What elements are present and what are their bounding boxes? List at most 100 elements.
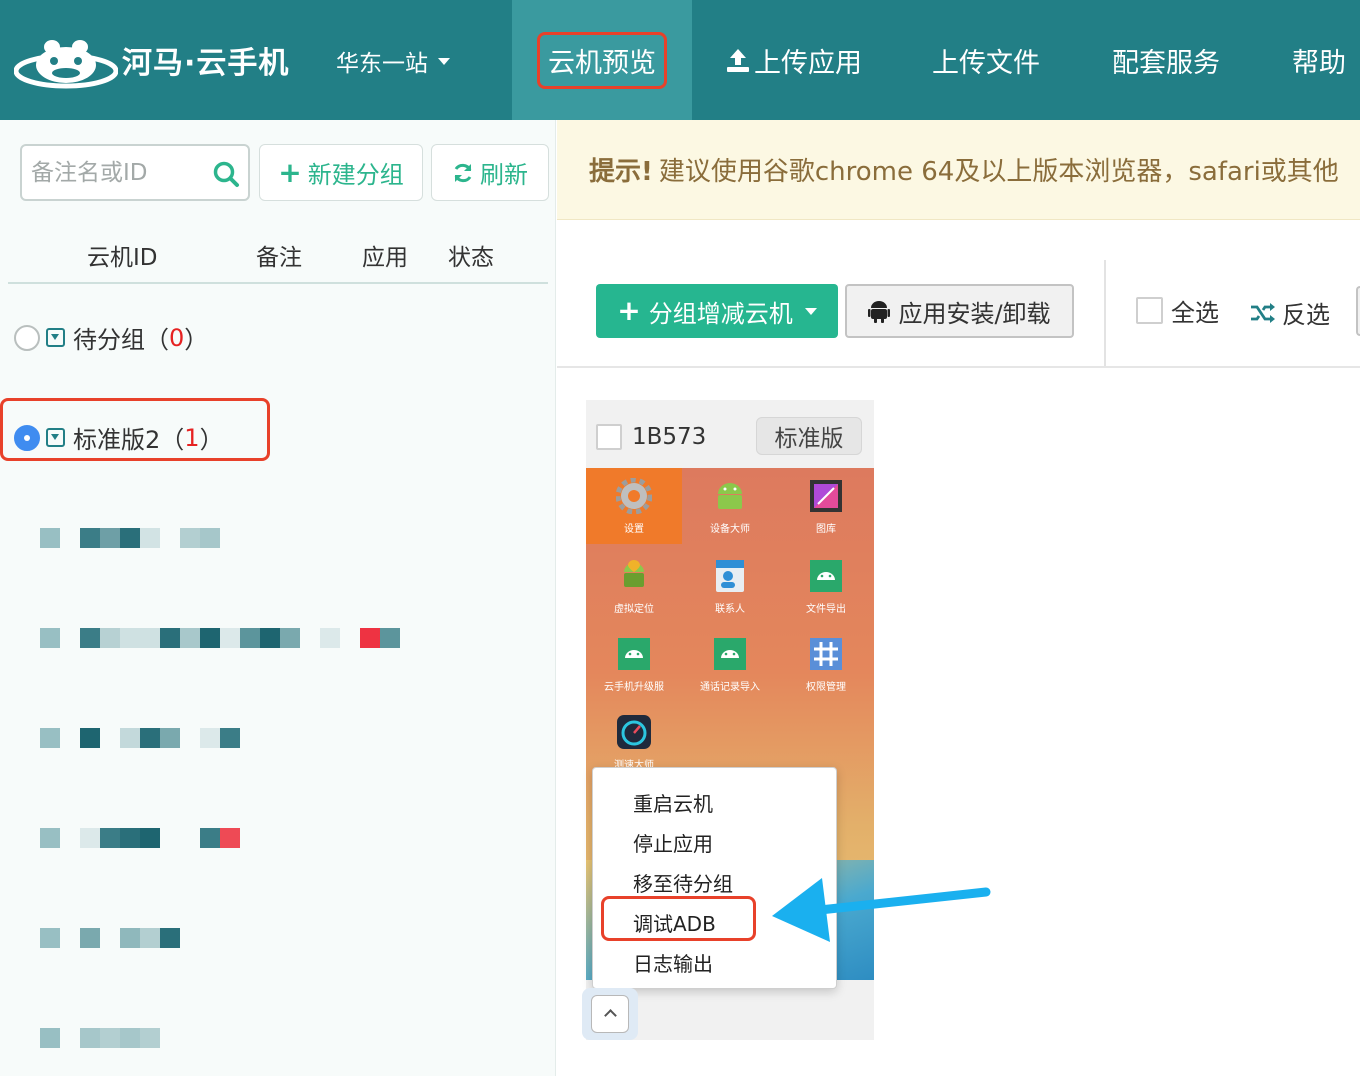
contacts-icon: [716, 560, 744, 592]
app-permission-manager[interactable]: 权限管理: [778, 626, 874, 702]
app-install-uninstall-button[interactable]: 应用安装/卸载: [845, 284, 1074, 338]
nav-upload-app[interactable]: 上传应用: [724, 0, 862, 120]
nav-cloud-preview[interactable]: 云机预览: [512, 0, 692, 120]
app-label: 虚拟定位: [614, 604, 654, 615]
gallery-icon: [810, 480, 842, 512]
android-location-icon: [624, 560, 644, 587]
group-radio[interactable]: [14, 324, 40, 351]
android-icon: [810, 560, 842, 592]
group-add-remove-label: 分组增减云机: [648, 299, 793, 328]
brand-logo[interactable]: 河马·云手机: [14, 30, 304, 90]
column-header-id: 云机ID: [87, 245, 158, 271]
invert-selection-button[interactable]: 反选: [1250, 295, 1330, 330]
pointer-arrow-icon: [772, 878, 991, 942]
app-gallery[interactable]: 图库: [778, 468, 874, 544]
redacted-device-row[interactable]: [20, 828, 460, 848]
group-add-remove-button[interactable]: + 分组增减云机: [596, 284, 838, 338]
select-all-label: 全选: [1171, 299, 1219, 327]
app-label: 设备大师: [710, 524, 750, 535]
refresh-button[interactable]: 刷新: [431, 144, 549, 201]
redacted-device-row[interactable]: [20, 728, 460, 748]
shuffle-icon: [1251, 302, 1275, 323]
edition-badge: 标准版: [756, 417, 862, 455]
group-radio-selected[interactable]: [14, 424, 40, 451]
expand-toggle-icon[interactable]: [46, 328, 65, 347]
device-id: 1B573: [632, 424, 707, 450]
app-device-master[interactable]: 设备大师: [682, 468, 778, 544]
device-table-header: 云机ID 备注 应用 状态: [8, 222, 548, 284]
nav-upload-file[interactable]: 上传文件: [932, 0, 1040, 120]
group-count: 0: [169, 323, 185, 352]
redacted-device-row[interactable]: [20, 1028, 460, 1048]
nav-services[interactable]: 配套服务: [1112, 0, 1220, 120]
app-cloud-phone-upgrade[interactable]: 云手机升级服: [586, 626, 682, 702]
nav-services-label: 配套服务: [1112, 47, 1220, 79]
select-all-control[interactable]: 全选: [1136, 293, 1219, 328]
region-selector[interactable]: 华东一站: [336, 44, 450, 78]
more-toolbar-button[interactable]: [1356, 286, 1360, 336]
brand-name: 河马·云手机: [122, 46, 290, 81]
group-name: 待分组（: [73, 326, 169, 354]
menu-item-move-to-ungrouped[interactable]: 移至待分组: [633, 868, 733, 897]
upload-icon: [727, 49, 749, 72]
app-label: 云手机升级服: [604, 682, 664, 693]
plus-icon: +: [617, 294, 641, 327]
plus-icon: +: [278, 155, 302, 189]
nav-upload-file-label: 上传文件: [932, 47, 1040, 79]
app-label: 权限管理: [806, 682, 846, 693]
app-call-log-import[interactable]: 通话记录导入: [682, 626, 778, 702]
new-group-button[interactable]: + 新建分组: [259, 144, 423, 201]
app-label: 联系人: [715, 604, 745, 615]
app-virtual-location[interactable]: 虚拟定位: [586, 548, 682, 624]
hash-icon: [810, 638, 842, 670]
collapse-button-wrapper: [582, 988, 638, 1040]
group-count: 1: [184, 423, 200, 452]
highlight-box-debug-adb: [601, 896, 756, 941]
search-box: [20, 144, 250, 201]
tip-strong: 提示!: [589, 157, 653, 187]
toolbar-divider: [1104, 260, 1106, 366]
nav-upload-app-label: 上传应用: [754, 47, 862, 79]
group-close: ）: [199, 426, 224, 454]
app-install-uninstall-label: 应用安装/卸载: [898, 299, 1051, 328]
region-label: 华东一站: [336, 51, 428, 77]
app-label: 图库: [816, 524, 836, 535]
refresh-icon: [454, 163, 472, 182]
search-icon[interactable]: [212, 160, 240, 188]
speedometer-icon: [617, 715, 651, 749]
app-file-export[interactable]: 文件导出: [778, 548, 874, 624]
column-header-app: 应用: [362, 245, 408, 271]
device-list-sidebar: + 新建分组 刷新 云机ID 备注 应用 状态 待分组（ 0 ） 标准版2（ 1…: [0, 120, 556, 1076]
redacted-device-row[interactable]: [20, 928, 460, 948]
device-select-checkbox[interactable]: [596, 424, 622, 450]
group-row-standard2[interactable]: 标准版2（ 1 ）: [14, 420, 224, 455]
gear-icon: [616, 478, 652, 514]
select-all-checkbox[interactable]: [1136, 297, 1163, 324]
chevron-down-icon: [438, 57, 450, 65]
invert-selection-label: 反选: [1282, 301, 1330, 329]
tip-text: 建议使用谷歌chrome 64及以上版本浏览器，safari或其他: [658, 157, 1339, 187]
group-close: ）: [184, 326, 209, 354]
menu-item-restart[interactable]: 重启云机: [633, 788, 713, 817]
group-row-ungrouped[interactable]: 待分组（ 0 ）: [14, 320, 208, 355]
app-settings[interactable]: 设置: [586, 468, 682, 544]
search-input[interactable]: [22, 146, 202, 199]
nav-help-label: 帮助: [1292, 47, 1346, 79]
chevron-down-icon: [804, 307, 817, 315]
group-name: 标准版2（: [73, 426, 185, 454]
nav-help[interactable]: 帮助: [1292, 0, 1346, 120]
android-icon: [714, 638, 746, 670]
chevron-up-icon[interactable]: [591, 995, 629, 1033]
redacted-device-row[interactable]: [20, 628, 460, 648]
nav-cloud-preview-label: 云机预览: [537, 31, 667, 89]
android-icon: [618, 638, 650, 670]
expand-toggle-icon[interactable]: [46, 428, 65, 447]
redacted-device-row[interactable]: [20, 528, 460, 548]
new-group-label: 新建分组: [307, 161, 404, 189]
app-contacts[interactable]: 联系人: [682, 548, 778, 624]
app-label: 设置: [624, 524, 644, 535]
menu-item-log-output[interactable]: 日志输出: [633, 948, 713, 977]
android-icon: [868, 301, 891, 323]
app-label: 文件导出: [806, 604, 846, 615]
menu-item-stop-app[interactable]: 停止应用: [633, 828, 713, 857]
